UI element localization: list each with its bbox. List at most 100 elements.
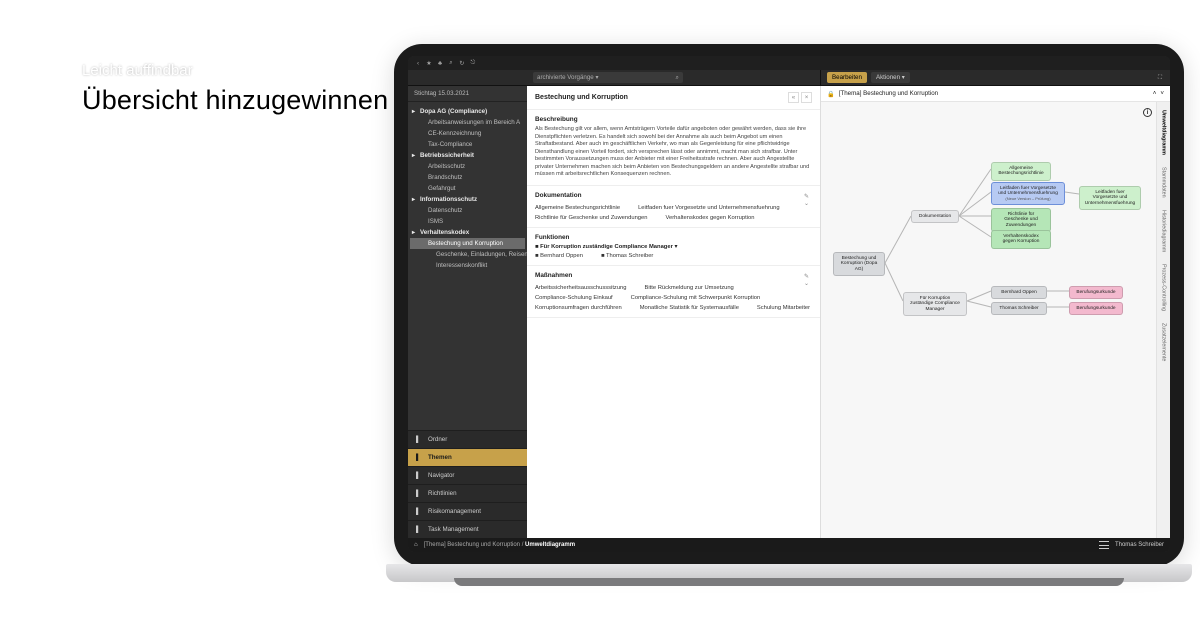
tree-item[interactable]: Betriebssicherheit	[410, 150, 525, 161]
breadcrumb[interactable]: [Thema] Bestechung und Korruption / Umwe…	[424, 542, 575, 548]
role-label: Für Korruption zuständige Compliance Man…	[540, 244, 673, 250]
list-item[interactable]: Schulung Mitarbeiter	[757, 305, 810, 311]
toolbar: archivierte Vorgänge ▾ ⌕ Bearbeiten Akti…	[408, 70, 1170, 86]
lock-icon: 🔒	[827, 90, 835, 98]
list-item[interactable]: Korruptionsumfragen durchführen	[535, 305, 622, 311]
tree-item[interactable]: Verhaltenskodex	[410, 227, 525, 238]
edit-icon[interactable]: ✎ ⌄	[804, 193, 812, 201]
star-icon[interactable]: ★	[425, 59, 433, 67]
right-tabs: Umweltdiagramm Stammdaten Historiediagramm…	[1156, 102, 1170, 538]
edit-button[interactable]: Bearbeiten	[827, 72, 867, 83]
sidebar: Stichtag 15.03.2021 Dopa AG (Compliance)…	[408, 86, 527, 538]
diagram-node-root[interactable]: Bestechung und Korruption (Dopa AG)	[833, 252, 885, 276]
right-tab[interactable]: Stammdaten	[1161, 165, 1167, 200]
search-label: archivierte Vorgänge ▾	[537, 74, 599, 81]
section-body: Als Bestechung gilt vor allem, wenn Amts…	[535, 126, 812, 179]
tree-item[interactable]: Tax-Compliance	[410, 139, 525, 150]
collapse-button[interactable]: «	[788, 92, 799, 103]
diagram-edges	[821, 102, 1157, 552]
list-item[interactable]: Allgemeine Bestechungsrichtlinie	[535, 205, 620, 211]
tree-item[interactable]: Interessenskonflikt	[410, 260, 525, 271]
sidebar-nav-themen[interactable]: ▌Themen	[408, 448, 527, 466]
statusbar: ⌂ [Thema] Bestechung und Korruption / Um…	[408, 538, 1170, 552]
sidebar-nav-richtlinien[interactable]: ▌Richtlinien	[408, 484, 527, 502]
diagram-node-mgr[interactable]: Für Korruption zuständige Compliance Man…	[903, 292, 967, 316]
close-button[interactable]: ×	[801, 92, 812, 103]
sidebar-nav-navigator[interactable]: ▌Navigator	[408, 466, 527, 484]
right-tab[interactable]: Zusatzelemente	[1161, 321, 1167, 363]
section-beschreibung: Beschreibung Als Bestechung gilt vor all…	[527, 110, 820, 186]
right-tab[interactable]: Umweltdiagramm	[1161, 108, 1167, 157]
chevron-up-icon[interactable]: ˄	[1153, 90, 1157, 97]
menu-icon[interactable]	[1099, 541, 1109, 549]
list-item[interactable]: Arbeitssicherheitsausschusssitzung	[535, 285, 627, 291]
logout-icon[interactable]: ⎋	[469, 59, 477, 67]
tree-item[interactable]: ISMS	[410, 216, 525, 227]
list-item[interactable]: Bitte Rückmeldung zur Umsetzung	[645, 285, 734, 291]
actions-dropdown[interactable]: Aktionen ▾	[871, 72, 910, 83]
user-label: Thomas Schreiber	[1115, 542, 1164, 548]
search-icon[interactable]: ⌕	[447, 59, 455, 67]
section-heading: Funktionen	[535, 234, 812, 241]
document-panel: Bestechung und Korruption « × Beschreibu…	[527, 86, 820, 538]
diagram-panel: 🔒 [Thema] Bestechung und Korruption ˄ ˅ …	[820, 86, 1170, 538]
diagram-node-p1[interactable]: Bernhard Oppen	[991, 286, 1047, 299]
fullscreen-icon[interactable]: ⛶	[1156, 74, 1164, 82]
diagram-node-b2[interactable]: Berufungsurkunde	[1069, 302, 1123, 315]
section-massnahmen: Maßnahmen ✎ ⌄ Arbeitssicherheitsausschuss…	[527, 266, 820, 318]
diagram-node-dok[interactable]: Dokumentation	[911, 210, 959, 223]
section-heading: Dokumentation	[535, 192, 582, 199]
tree-item[interactable]: CE-Kennzeichnung	[410, 128, 525, 139]
section-heading: Beschreibung	[535, 116, 812, 123]
chevron-down-icon[interactable]: ˅	[1160, 90, 1164, 97]
diagram-node-n_allg[interactable]: Allgemeine Bestechungsrichtlinie	[991, 162, 1051, 181]
sidebar-nav-risikomanagement[interactable]: ▌Risikomanagement	[408, 502, 527, 520]
date-row: Stichtag 15.03.2021	[408, 86, 527, 102]
tree-item[interactable]: Informationsschutz	[410, 194, 525, 205]
org-icon[interactable]: ♣	[436, 59, 444, 67]
diagram-title: [Thema] Bestechung und Korruption	[839, 90, 938, 97]
info-icon[interactable]: i	[1143, 108, 1152, 117]
section-dokumentation: Dokumentation ✎ ⌄ Allgemeine Bestechungsr…	[527, 186, 820, 228]
list-item[interactable]: Compliance-Schulung mit Schwerpunkt Korr…	[631, 295, 761, 301]
tree-item[interactable]: Gefahrgut	[410, 183, 525, 194]
list-item[interactable]: Verhaltenskodex gegen Korruption	[665, 215, 754, 221]
home-icon[interactable]: ⌂	[414, 542, 418, 548]
right-tab[interactable]: Historiediagramm	[1161, 208, 1167, 254]
list-item[interactable]: Leitfaden fuer Vorgesetzte und Unternehm…	[638, 205, 779, 211]
tree-item[interactable]: Arbeitsanweisungen im Bereich A	[410, 117, 525, 128]
search-dropdown[interactable]: archivierte Vorgänge ▾ ⌕	[533, 72, 683, 83]
right-tab[interactable]: Prozess-Controlling	[1161, 262, 1167, 313]
diagram-node-p2[interactable]: Thomas Schreiber	[991, 302, 1047, 315]
laptop-mockup: ‹ ★ ♣ ⌕ ↻ ⎋ archivierte Vorgänge ▾ ⌕	[394, 44, 1184, 604]
page-title: Bestechung und Korruption	[535, 94, 628, 101]
sidebar-nav: ▌Ordner▌Themen▌Navigator▌Richtlinien▌Ris…	[408, 430, 527, 538]
edit-icon[interactable]: ✎ ⌄	[804, 273, 812, 281]
list-item[interactable]: Richtlinie für Geschenke und Zuwendungen	[535, 215, 647, 221]
refresh-icon[interactable]: ↻	[458, 59, 466, 67]
diagram-node-b1[interactable]: Berufungsurkunde	[1069, 286, 1123, 299]
tree-item[interactable]: Dopa AG (Compliance)	[410, 106, 525, 117]
list-item[interactable]: ■ Bernhard Oppen	[535, 253, 583, 259]
diagram-node-n_vk[interactable]: Verhaltenskodex gegen Korruption	[991, 230, 1051, 249]
tree: Dopa AG (Compliance)Arbeitsanweisungen i…	[408, 102, 527, 430]
section-funktionen: Funktionen ■ Für Korruption zuständige C…	[527, 228, 820, 266]
back-icon[interactable]: ‹	[414, 59, 422, 67]
diagram-node-n_rich[interactable]: Richtlinie für Geschenke und Zuwendungen	[991, 208, 1051, 232]
diagram-node-n_leit2[interactable]: Leitfaden fuer Vorgesetzte und Unternehm…	[1079, 186, 1141, 210]
diagram-node-n_leit[interactable]: Leitfaden fuer Vorgesetzte und Unternehm…	[991, 182, 1065, 205]
titlebar: ‹ ★ ♣ ⌕ ↻ ⎋	[408, 56, 1170, 70]
tree-item[interactable]: Geschenke, Einladungen, Reisen	[410, 249, 525, 260]
section-heading: Maßnahmen	[535, 272, 572, 279]
tree-item[interactable]: Brandschutz	[410, 172, 525, 183]
list-item[interactable]: ■ Thomas Schreiber	[601, 253, 653, 259]
sidebar-nav-task[interactable]: ▌Task Management	[408, 520, 527, 538]
list-item[interactable]: Compliance-Schulung Einkauf	[535, 295, 613, 301]
tree-item[interactable]: Arbeitsschutz	[410, 161, 525, 172]
tree-item[interactable]: Bestechung und Korruption	[410, 238, 525, 249]
app-screen: ‹ ★ ♣ ⌕ ↻ ⎋ archivierte Vorgänge ▾ ⌕	[408, 56, 1170, 552]
sidebar-nav-ordner[interactable]: ▌Ordner	[408, 430, 527, 448]
list-item[interactable]: Monatliche Statistik für Systemausfälle	[640, 305, 739, 311]
search-icon: ⌕	[676, 74, 679, 82]
tree-item[interactable]: Datenschutz	[410, 205, 525, 216]
